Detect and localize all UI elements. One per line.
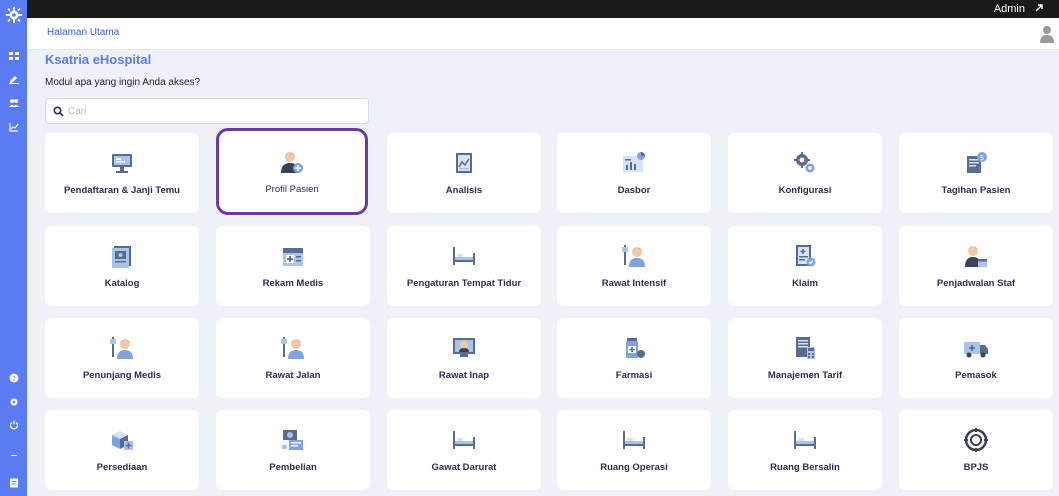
module-card-tagihan-pasien[interactable]: $ Tagihan Pasien [899, 133, 1053, 213]
module-label: Pendaftaran & Janji Temu [64, 185, 180, 196]
search-icon [53, 106, 64, 117]
module-label: Manajemen Tarif [767, 370, 843, 381]
module-label: Klaim [792, 278, 818, 289]
module-label: Gawat Darurat [431, 462, 497, 473]
module-card-bpjs[interactable]: BPJS [899, 410, 1053, 490]
avatar-icon[interactable] [1039, 25, 1055, 43]
module-label: BPJS [963, 462, 989, 473]
outpatient-icon [281, 337, 304, 359]
page-title: Ksatria eHospital [45, 52, 152, 67]
grid-icon[interactable] [0, 49, 27, 63]
emergency-bed-icon [453, 431, 475, 449]
module-card-persediaan[interactable]: Persediaan [45, 410, 199, 490]
module-label: Persediaan [96, 462, 148, 473]
module-label: Dasbor [617, 185, 651, 196]
help-icon[interactable]: ? [0, 371, 27, 385]
edit-icon[interactable] [0, 72, 27, 86]
search-box[interactable] [45, 98, 369, 124]
operation-bed-icon [623, 431, 645, 449]
pharmacy-icon [626, 338, 645, 358]
module-card-gawat-darurat[interactable]: Gawat Darurat [387, 410, 541, 490]
module-card-rawat-intensif[interactable]: Rawat Intensif [557, 226, 711, 306]
tariff-icon [796, 337, 815, 359]
module-card-ruang-operasi[interactable]: Ruang Operasi [557, 410, 711, 490]
module-label: Pemasok [955, 370, 997, 381]
module-card-penjadwalan-staf[interactable]: Penjadwalan Staf [899, 226, 1053, 306]
module-card-dasbor[interactable]: Dasbor [557, 133, 711, 213]
module-label: Penjadwalan Staf [936, 278, 1016, 289]
module-card-rawat-inap[interactable]: Rawat Inap [387, 318, 541, 398]
dashboard-icon [623, 152, 645, 172]
module-label: Rawat Jalan [265, 370, 321, 381]
app-logo-icon[interactable] [3, 4, 24, 25]
search-input[interactable] [68, 103, 358, 120]
module-card-katalog[interactable]: Katalog [45, 226, 199, 306]
module-label: Rawat Inap [438, 370, 490, 381]
module-label: Profil Pasien [265, 183, 319, 195]
breadcrumb[interactable]: Halaman Utama [47, 27, 119, 38]
bill-icon: $ [967, 152, 987, 173]
module-label: Pembelian [269, 462, 317, 473]
module-card-pemasok[interactable]: Pemasok [899, 318, 1053, 398]
staff-icon [965, 246, 987, 267]
module-label: Katalog [104, 278, 140, 289]
patient-profile-icon [281, 151, 303, 173]
module-label: Rekam Medis [262, 278, 324, 289]
claim-icon [796, 245, 816, 267]
bed-icon [453, 247, 475, 265]
module-label: Ruang Operasi [600, 462, 668, 473]
module-card-rawat-jalan[interactable]: Rawat Jalan [216, 318, 370, 398]
module-label: Ruang Bersalin [770, 462, 840, 473]
module-card-konfigurasi[interactable]: Konfigurasi [728, 133, 882, 213]
inventory-icon [112, 431, 133, 450]
settings-gear-icon[interactable] [0, 395, 27, 409]
medical-support-icon [110, 337, 133, 359]
module-card-pembelian[interactable]: Pembelian [216, 410, 370, 490]
inpatient-icon [453, 338, 475, 357]
analysis-icon [456, 153, 472, 173]
module-label: Pengaturan Tempat Tidur [406, 278, 522, 289]
bpjs-icon [964, 428, 988, 452]
ambulance-icon [964, 342, 988, 358]
svg-text:?: ? [12, 375, 16, 383]
module-card-penunjang-medis[interactable]: Penunjang Medis [45, 318, 199, 398]
module-label: Farmasi [615, 370, 653, 381]
module-label: Konfigurasi [778, 185, 832, 196]
module-label: Analisis [445, 185, 483, 196]
sidebar: ? [0, 0, 27, 496]
intensive-care-icon [622, 245, 645, 267]
minimize-icon[interactable] [0, 448, 27, 462]
users-icon[interactable] [0, 96, 27, 110]
module-card-profil-pasien[interactable]: Profil Pasien [216, 128, 368, 215]
module-card-pengaturan-tempat-tidur[interactable]: Pengaturan Tempat Tidur [387, 226, 541, 306]
gears-icon [794, 152, 815, 173]
medical-record-icon [283, 248, 303, 266]
chart-line-icon[interactable] [0, 120, 27, 134]
svg-text:$: $ [980, 154, 984, 162]
module-label: Rawat Intensif [601, 278, 667, 289]
module-card-pendaftaran[interactable]: Pendaftaran & Janji Temu [45, 133, 199, 213]
module-card-manajemen-tarif[interactable]: Manajemen Tarif [728, 318, 882, 398]
monitor-icon [112, 154, 132, 173]
module-card-rekam-medis[interactable]: Rekam Medis [216, 226, 370, 306]
delivery-bed-icon [794, 431, 816, 449]
module-card-ruang-bersalin[interactable]: Ruang Bersalin [728, 410, 882, 490]
top-bar: Admin [27, 0, 1059, 18]
catalog-icon [112, 246, 131, 268]
module-card-klaim[interactable]: Klaim [728, 226, 882, 306]
power-icon[interactable] [0, 418, 27, 432]
module-card-farmasi[interactable]: Farmasi [557, 318, 711, 398]
module-label: Penunjang Medis [82, 370, 162, 381]
module-prompt: Modul apa yang ingin Anda akses? [45, 77, 201, 88]
page-header: Halaman Utama [27, 18, 1059, 50]
external-link-icon[interactable] [1034, 3, 1044, 13]
module-label: Tagihan Pasien [941, 185, 1011, 196]
module-card-analisis[interactable]: Analisis [387, 133, 541, 213]
document-icon[interactable] [0, 476, 27, 490]
purchase-icon [282, 430, 303, 450]
user-name[interactable]: Admin [994, 2, 1025, 16]
